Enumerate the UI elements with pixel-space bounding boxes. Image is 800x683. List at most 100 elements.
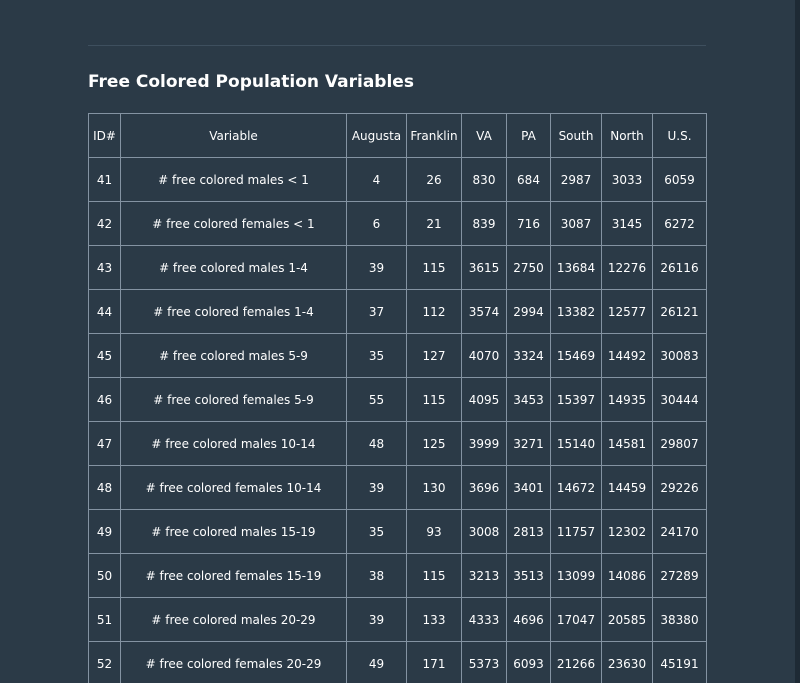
table-body: 41 # free colored males < 1 4 26 830 684 2987 3… (88, 157, 707, 683)
cell-us: 27289 (652, 553, 707, 598)
cell-va: 3696 (461, 465, 507, 510)
cell-south: 2987 (550, 157, 602, 202)
cell-pa: 3271 (506, 421, 551, 466)
cell-us: 29226 (652, 465, 707, 510)
cell-south: 15397 (550, 377, 602, 422)
cell-va: 839 (461, 201, 507, 246)
cell-south: 17047 (550, 597, 602, 642)
cell-south: 11757 (550, 509, 602, 554)
cell-franklin: 112 (406, 289, 462, 334)
cell-id: 50 (88, 553, 121, 598)
cell-us: 38380 (652, 597, 707, 642)
cell-va: 4333 (461, 597, 507, 642)
column-header-va: VA (461, 113, 507, 158)
page: Free Colored Population Variables ID# Var… (0, 0, 800, 683)
table-row: 48 # free colored females 10-14 39 130 3696 3… (88, 465, 707, 510)
cell-id: 48 (88, 465, 121, 510)
cell-augusta: 39 (346, 465, 407, 510)
cell-us: 30083 (652, 333, 707, 378)
table-row: 52 # free colored females 20-29 49 171 5373 6… (88, 641, 707, 683)
cell-franklin: 115 (406, 245, 462, 290)
cell-us: 24170 (652, 509, 707, 554)
cell-id: 49 (88, 509, 121, 554)
cell-pa: 3324 (506, 333, 551, 378)
cell-id: 43 (88, 245, 121, 290)
cell-va: 5373 (461, 641, 507, 683)
cell-augusta: 35 (346, 333, 407, 378)
table-row: 51 # free colored males 20-29 39 133 4333 469… (88, 597, 707, 642)
cell-us: 45191 (652, 641, 707, 683)
table-row: 46 # free colored females 5-9 55 115 4095 345… (88, 377, 707, 422)
cell-north: 14935 (601, 377, 653, 422)
cell-id: 45 (88, 333, 121, 378)
cell-variable: # free colored females 5-9 (120, 377, 347, 422)
cell-north: 14459 (601, 465, 653, 510)
cell-pa: 2750 (506, 245, 551, 290)
cell-north: 3145 (601, 201, 653, 246)
cell-north: 14492 (601, 333, 653, 378)
cell-id: 44 (88, 289, 121, 334)
cell-us: 6059 (652, 157, 707, 202)
column-header-variable: Variable (120, 113, 347, 158)
cell-variable: # free colored males 1-4 (120, 245, 347, 290)
cell-north: 3033 (601, 157, 653, 202)
cell-variable: # free colored females 20-29 (120, 641, 347, 683)
cell-augusta: 37 (346, 289, 407, 334)
cell-franklin: 130 (406, 465, 462, 510)
cell-augusta: 4 (346, 157, 407, 202)
cell-augusta: 55 (346, 377, 407, 422)
cell-augusta: 39 (346, 245, 407, 290)
cell-va: 3574 (461, 289, 507, 334)
cell-north: 12302 (601, 509, 653, 554)
cell-south: 13684 (550, 245, 602, 290)
cell-north: 14581 (601, 421, 653, 466)
cell-north: 23630 (601, 641, 653, 683)
cell-augusta: 49 (346, 641, 407, 683)
column-header-augusta: Augusta (346, 113, 407, 158)
cell-pa: 684 (506, 157, 551, 202)
cell-va: 3999 (461, 421, 507, 466)
cell-franklin: 115 (406, 553, 462, 598)
cell-south: 3087 (550, 201, 602, 246)
column-header-south: South (550, 113, 602, 158)
cell-south: 15469 (550, 333, 602, 378)
table-row: 49 # free colored males 15-19 35 93 3008 2813… (88, 509, 707, 554)
cell-variable: # free colored males 5-9 (120, 333, 347, 378)
cell-franklin: 115 (406, 377, 462, 422)
cell-pa: 3513 (506, 553, 551, 598)
cell-pa: 3453 (506, 377, 551, 422)
column-header-pa: PA (506, 113, 551, 158)
cell-id: 47 (88, 421, 121, 466)
cell-south: 21266 (550, 641, 602, 683)
table-row: 42 # free colored females < 1 6 21 839 716 308… (88, 201, 707, 246)
cell-us: 29807 (652, 421, 707, 466)
cell-pa: 2994 (506, 289, 551, 334)
cell-north: 14086 (601, 553, 653, 598)
cell-id: 41 (88, 157, 121, 202)
cell-augusta: 35 (346, 509, 407, 554)
cell-id: 52 (88, 641, 121, 683)
cell-franklin: 21 (406, 201, 462, 246)
cell-north: 12276 (601, 245, 653, 290)
cell-variable: # free colored females 15-19 (120, 553, 347, 598)
cell-north: 20585 (601, 597, 653, 642)
table-row: 41 # free colored males < 1 4 26 830 684 2987 3… (88, 157, 707, 202)
cell-variable: # free colored males 15-19 (120, 509, 347, 554)
window-edge (795, 0, 800, 683)
cell-augusta: 48 (346, 421, 407, 466)
cell-variable: # free colored females 10-14 (120, 465, 347, 510)
cell-south: 13382 (550, 289, 602, 334)
cell-variable: # free colored females < 1 (120, 201, 347, 246)
cell-variable: # free colored males < 1 (120, 157, 347, 202)
cell-augusta: 6 (346, 201, 407, 246)
cell-va: 830 (461, 157, 507, 202)
cell-pa: 6093 (506, 641, 551, 683)
cell-va: 4070 (461, 333, 507, 378)
cell-variable: # free colored males 20-29 (120, 597, 347, 642)
cell-us: 30444 (652, 377, 707, 422)
cell-pa: 3401 (506, 465, 551, 510)
cell-variable: # free colored females 1-4 (120, 289, 347, 334)
cell-franklin: 125 (406, 421, 462, 466)
cell-pa: 2813 (506, 509, 551, 554)
cell-south: 13099 (550, 553, 602, 598)
